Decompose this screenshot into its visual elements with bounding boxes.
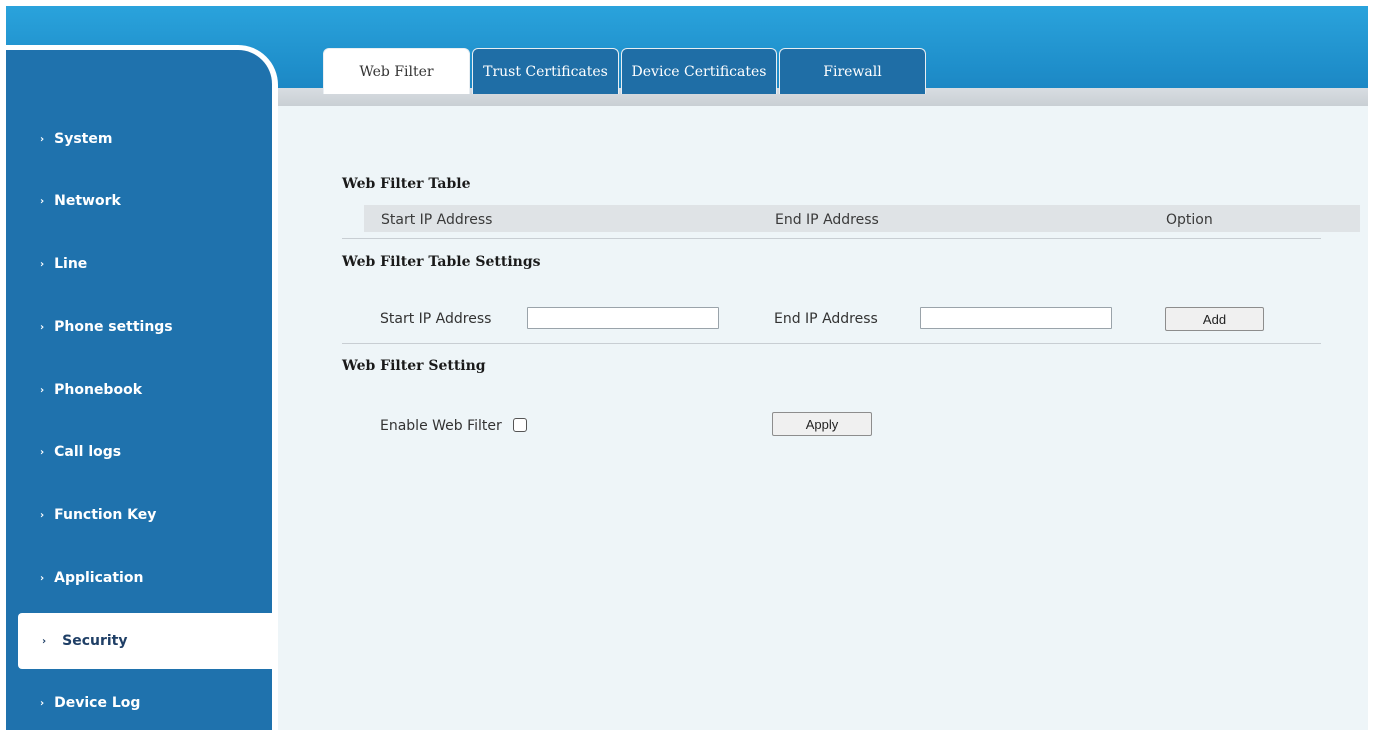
divider xyxy=(342,238,1321,239)
add-button[interactable]: Add xyxy=(1165,307,1264,331)
sidebar-item-security[interactable]: › Security xyxy=(18,613,272,669)
start-ip-label: Start IP Address xyxy=(380,311,492,327)
sidebar-item-label: Line xyxy=(54,256,88,272)
sidebar-item-call-logs[interactable]: › Call logs xyxy=(6,422,272,482)
tab-trust-certificates[interactable]: Trust Certificates xyxy=(472,48,619,94)
tab-label: Web Filter xyxy=(359,63,434,80)
chevron-right-icon: › xyxy=(40,697,45,709)
chevron-right-icon: › xyxy=(42,635,47,647)
divider xyxy=(342,343,1321,344)
column-header-start-ip: Start IP Address xyxy=(381,212,493,228)
sidebar-item-function-key[interactable]: › Function Key xyxy=(6,485,272,545)
sidebar-item-device-log[interactable]: › Device Log xyxy=(6,673,272,730)
sidebar-item-label: Application xyxy=(54,570,144,586)
sidebar-item-phone-settings[interactable]: › Phone settings xyxy=(6,297,272,357)
chevron-right-icon: › xyxy=(40,572,45,584)
end-ip-label: End IP Address xyxy=(774,311,878,327)
tab-web-filter[interactable]: Web Filter xyxy=(323,48,470,94)
sidebar-item-label: Network xyxy=(54,193,121,209)
sidebar-item-label: Phone settings xyxy=(54,319,173,335)
sidebar-item-label: System xyxy=(54,131,113,147)
sidebar-item-label: Device Log xyxy=(54,695,141,711)
web-filter-table-title: Web Filter Table xyxy=(342,176,471,192)
sidebar-item-application[interactable]: › Application xyxy=(6,548,272,608)
enable-web-filter-checkbox[interactable] xyxy=(513,418,527,432)
enable-web-filter-label: Enable Web Filter xyxy=(380,418,502,434)
sidebar-item-label: Phonebook xyxy=(54,382,143,398)
tab-label: Device Certificates xyxy=(631,63,767,80)
end-ip-input[interactable] xyxy=(920,307,1112,329)
sidebar-item-line[interactable]: › Line xyxy=(6,234,272,294)
sidebar-item-label: Call logs xyxy=(54,444,122,460)
column-header-option: Option xyxy=(1166,212,1213,228)
chevron-right-icon: › xyxy=(40,258,45,270)
tab-device-certificates[interactable]: Device Certificates xyxy=(621,48,777,94)
chevron-right-icon: › xyxy=(40,509,45,521)
chevron-right-icon: › xyxy=(40,446,45,458)
table-settings-title: Web Filter Table Settings xyxy=(342,254,541,270)
tab-label: Firewall xyxy=(823,63,882,80)
chevron-right-icon: › xyxy=(40,133,45,145)
chevron-right-icon: › xyxy=(40,321,45,333)
column-header-end-ip: End IP Address xyxy=(775,212,879,228)
start-ip-input[interactable] xyxy=(527,307,719,329)
tab-label: Trust Certificates xyxy=(483,63,608,80)
sidebar-item-label: Function Key xyxy=(54,507,157,523)
chevron-right-icon: › xyxy=(40,195,45,207)
sidebar-item-phonebook[interactable]: › Phonebook xyxy=(6,360,272,420)
sidebar-item-label: Security xyxy=(62,633,128,649)
apply-button[interactable]: Apply xyxy=(772,412,872,436)
tab-firewall[interactable]: Firewall xyxy=(779,48,926,94)
chevron-right-icon: › xyxy=(40,384,45,396)
sidebar-item-network[interactable]: › Network xyxy=(6,171,272,231)
filter-setting-title: Web Filter Setting xyxy=(342,358,486,374)
sidebar-item-system[interactable]: › System xyxy=(6,109,272,169)
